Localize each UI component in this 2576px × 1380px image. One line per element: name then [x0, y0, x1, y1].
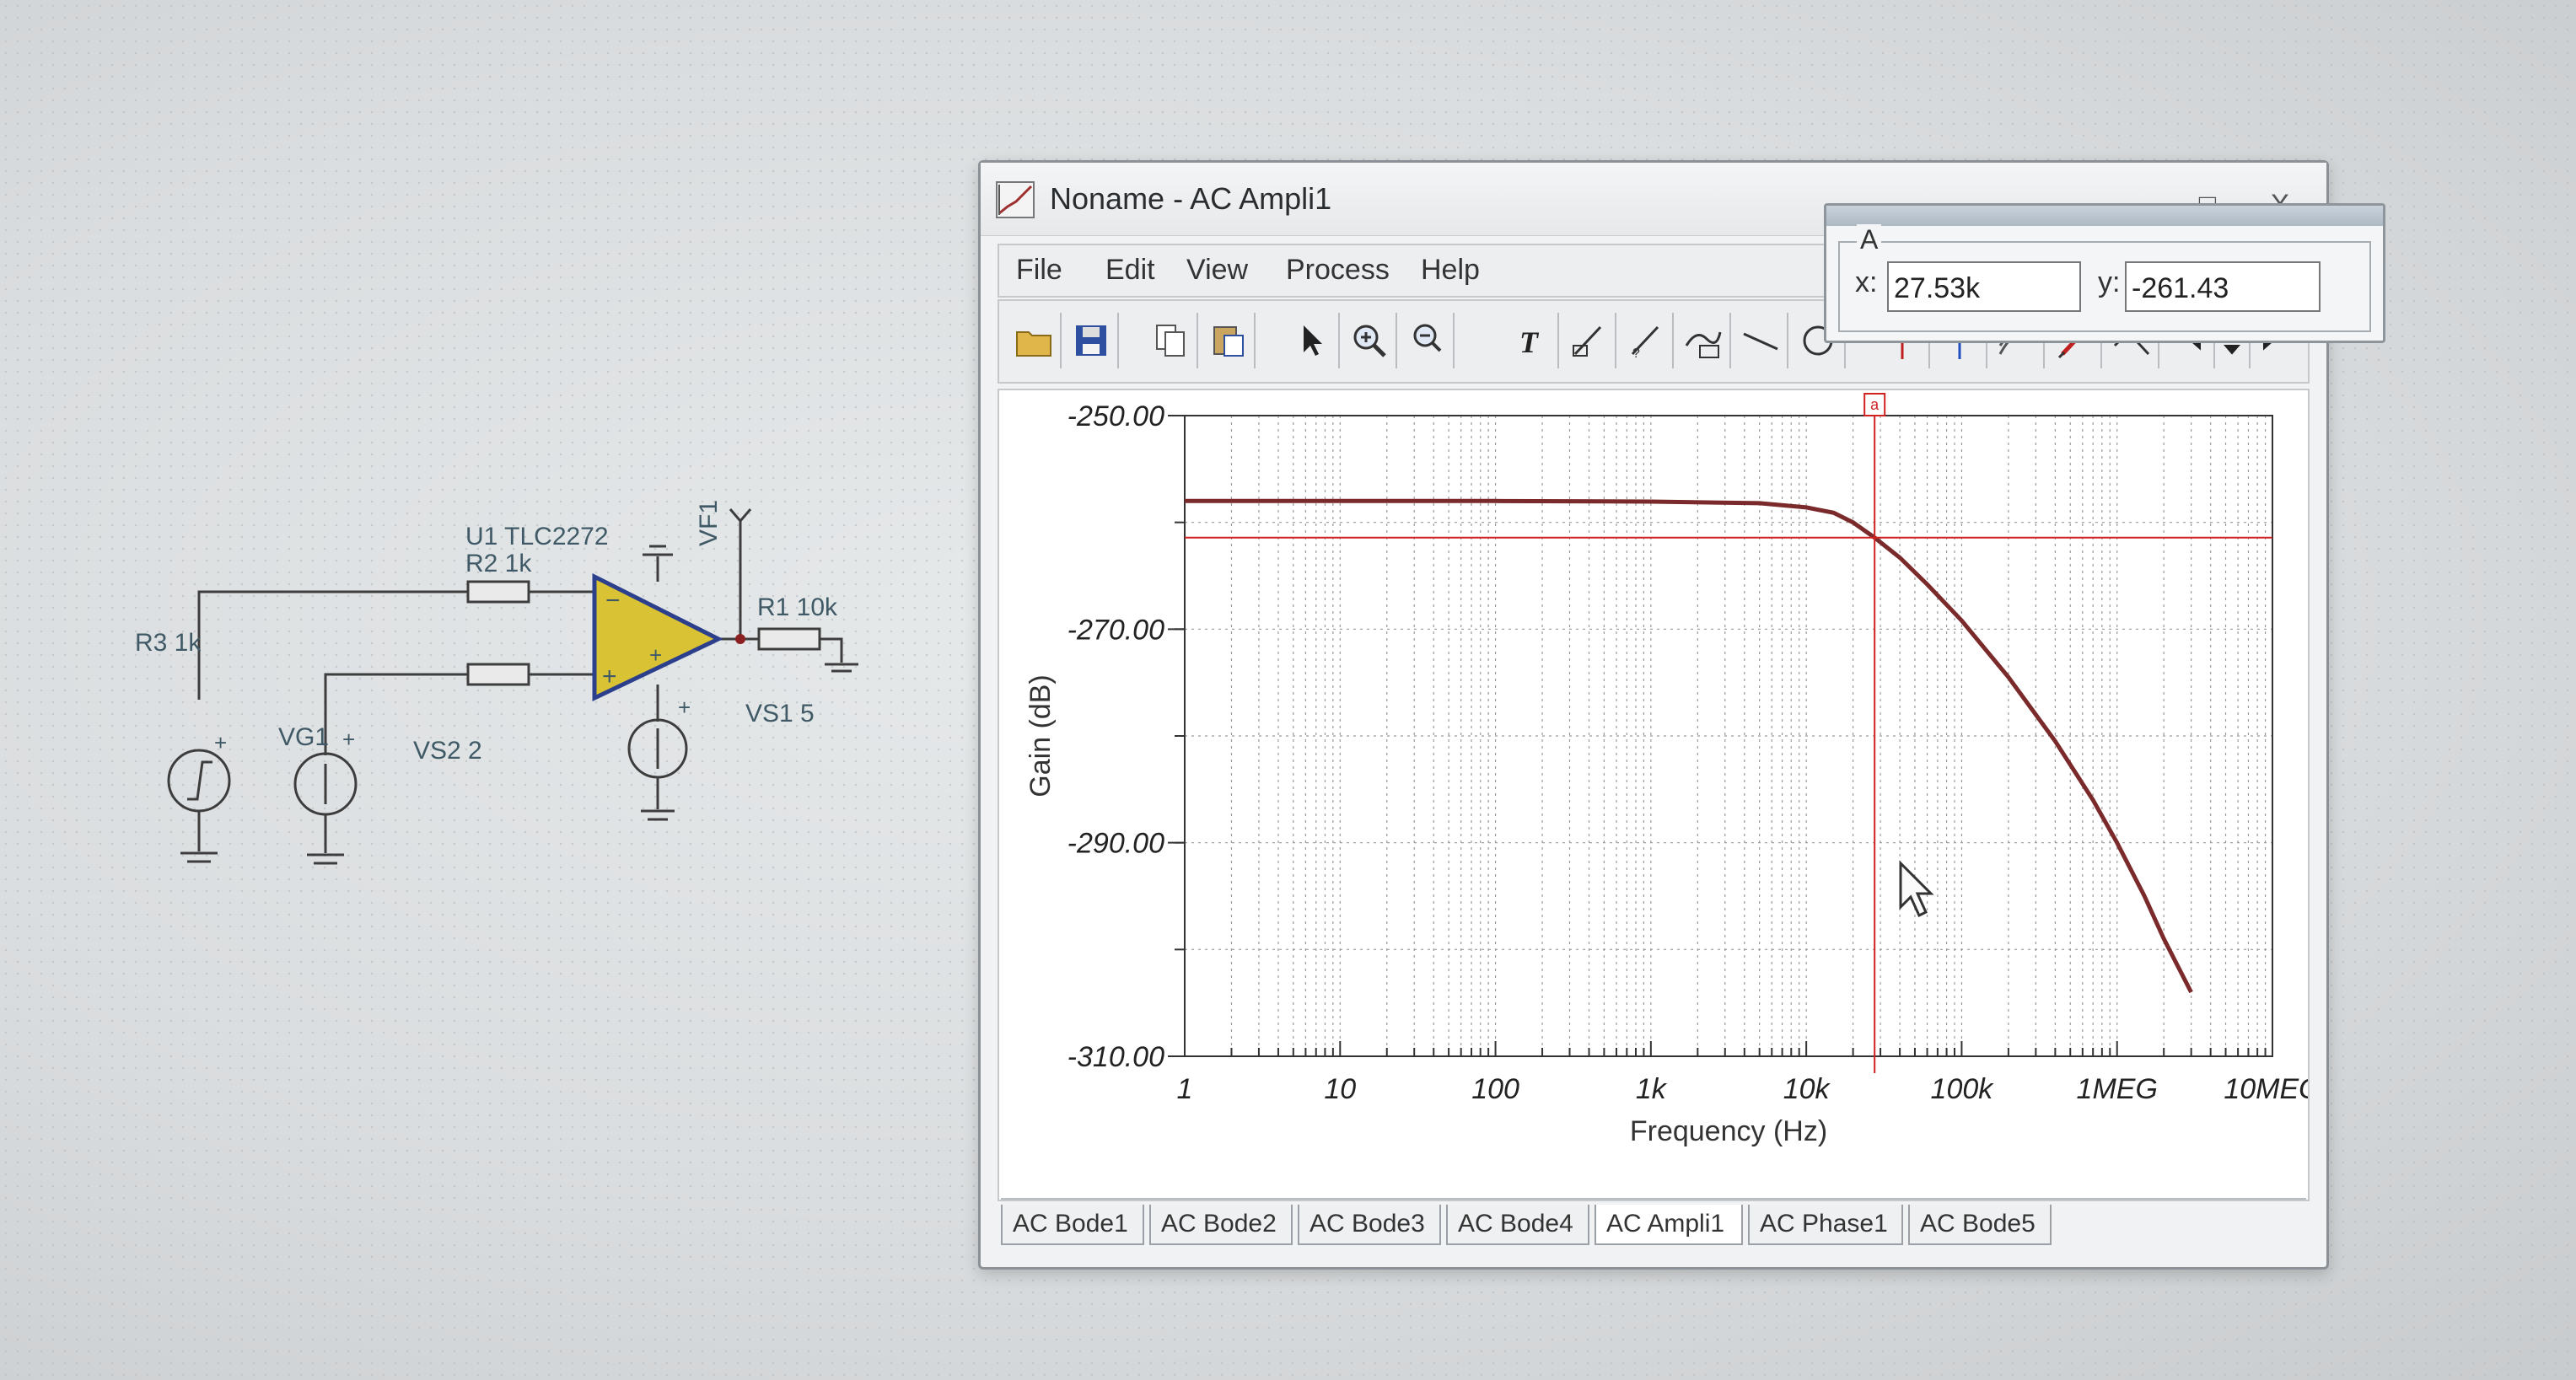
label-r2: R2 1k — [465, 550, 532, 577]
r3-plus-sign: + — [214, 730, 227, 755]
label-vs1: VS1 5 — [745, 700, 815, 728]
mouse-pointer-icon — [1899, 860, 1934, 918]
tab-ac-bode2[interactable]: AC Bode2 — [1149, 1205, 1293, 1245]
grid-layer — [1184, 415, 2272, 1057]
label-r1: R1 10k — [757, 593, 838, 621]
tick-layer: 1 10 100 1k 10k 100k 1MEG 10MEG -250.00 -270.00 -2… — [1068, 400, 2308, 1105]
x-tick-label: 10k — [1783, 1073, 1831, 1105]
save-icon[interactable] — [1065, 313, 1119, 368]
x-tick-label: 10 — [1324, 1073, 1356, 1105]
readout-y-label: y: — [2098, 266, 2121, 298]
wire-r1-ground — [820, 637, 843, 663]
opamp-plus-sign: + — [602, 663, 617, 690]
y-tick-label: -250.00 — [1068, 400, 1164, 432]
opamp-supply-plus: + — [649, 642, 662, 668]
x-tick-label: 1k — [1636, 1073, 1668, 1105]
ac-analysis-window[interactable]: Noname - AC Ampli1 — □ X File Edit View … — [978, 160, 2385, 1270]
tab-ac-phase1[interactable]: AC Phase1 — [1748, 1205, 1903, 1245]
text-icon[interactable]: T — [1505, 313, 1559, 368]
label-vs2: VS2 2 — [413, 737, 482, 765]
probe-vf1-tip — [729, 508, 752, 524]
zoom-100-icon[interactable] — [1401, 313, 1455, 368]
menu-edit[interactable]: Edit — [1105, 254, 1155, 287]
copy-icon[interactable] — [1144, 313, 1198, 368]
zoom-in-icon[interactable] — [1343, 313, 1397, 368]
x-tick-label: 1 — [1177, 1073, 1193, 1105]
step-symbol — [187, 760, 212, 801]
x-tick-label: 10MEG — [2224, 1073, 2308, 1105]
resistor-lower[interactable] — [466, 663, 530, 686]
cursor-readout-panel[interactable]: A x: 27.53k y: -261.43 — [1824, 203, 2385, 343]
tab-ac-ampli1[interactable]: AC Ampli1 — [1595, 1205, 1743, 1245]
y-tick-label: -270.00 — [1068, 614, 1164, 646]
readout-header[interactable] — [1826, 206, 2383, 226]
label-vg1: VG1 — [278, 723, 329, 751]
window-title: Noname - AC Ampli1 — [1050, 181, 1332, 216]
x-tick-label: 100k — [1931, 1073, 1995, 1105]
gain-plot-area[interactable]: 1 10 100 1k 10k 100k 1MEG 10MEG -250.00 -270.00 -2… — [998, 389, 2310, 1201]
menu-file[interactable]: File — [1016, 254, 1062, 287]
analysis-tabs: AC Bode1 AC Bode2 AC Bode3 AC Bode4 AC A… — [1001, 1198, 2306, 1250]
tab-ac-bode4[interactable]: AC Bode4 — [1446, 1205, 1589, 1245]
vg1-plus-sign: + — [342, 727, 355, 752]
circuit-schematic[interactable]: − + + + + + U1 TLC2272 R2 1k R3 1k R1 10… — [0, 0, 961, 1380]
label-vf1: VF1 — [695, 500, 723, 546]
readout-group-a: A x: 27.53k y: -261.43 — [1838, 224, 2371, 332]
y-tick-label: -290.00 — [1068, 828, 1164, 860]
readout-group-label: A — [1857, 224, 1882, 255]
cursor-marker-label: a — [1870, 396, 1880, 413]
x-tick-label: 100 — [1471, 1073, 1519, 1105]
y-tick-label: -310.00 — [1068, 1041, 1164, 1073]
tab-ac-bode1[interactable]: AC Bode1 — [1001, 1205, 1144, 1245]
wire-r3-r2 — [197, 590, 468, 700]
tab-ac-bode5[interactable]: AC Bode5 — [1908, 1205, 2052, 1245]
output-node — [735, 634, 745, 644]
menu-help[interactable]: Help — [1421, 254, 1480, 287]
vs1-plus-sign: + — [678, 695, 691, 720]
line-icon[interactable] — [1734, 313, 1788, 368]
readout-x-label: x: — [1855, 266, 1878, 298]
gain-chart[interactable]: 1 10 100 1k 10k 100k 1MEG 10MEG -250.00 -270.00 -2… — [999, 390, 2308, 1196]
label-icon[interactable] — [1562, 313, 1616, 368]
opamp-minus-sign: − — [605, 587, 621, 615]
menu-process[interactable]: Process — [1286, 254, 1390, 287]
open-folder-icon[interactable] — [1008, 313, 1062, 368]
svg-text:T: T — [1519, 325, 1540, 359]
cursor-layer[interactable]: a — [1185, 393, 2272, 1073]
readout-y-field[interactable]: -261.43 — [2125, 261, 2321, 312]
series-layer — [1185, 498, 2193, 994]
legend-icon[interactable] — [1677, 313, 1731, 368]
label-u1: U1 TLC2272 — [465, 523, 609, 550]
resistor-r2[interactable] — [466, 580, 530, 604]
label-r3: R3 1k — [135, 629, 202, 657]
paste-icon[interactable] — [1202, 313, 1256, 368]
label-2-icon[interactable]: ? — [1620, 313, 1674, 368]
svg-text:?: ? — [1632, 346, 1640, 361]
y-axis-label: Gain (dB) — [1024, 674, 1057, 797]
resistor-r1[interactable] — [757, 627, 821, 651]
tab-ac-bode3[interactable]: AC Bode3 — [1298, 1205, 1441, 1245]
x-tick-label: 1MEG — [2077, 1073, 2158, 1105]
gain-curve — [1185, 498, 2193, 994]
readout-x-field[interactable]: 27.53k — [1887, 261, 2081, 312]
pointer-icon[interactable] — [1286, 313, 1340, 368]
app-chart-icon — [996, 181, 1035, 218]
x-axis-label: Frequency (Hz) — [1630, 1115, 1827, 1147]
menu-view[interactable]: View — [1186, 254, 1248, 287]
